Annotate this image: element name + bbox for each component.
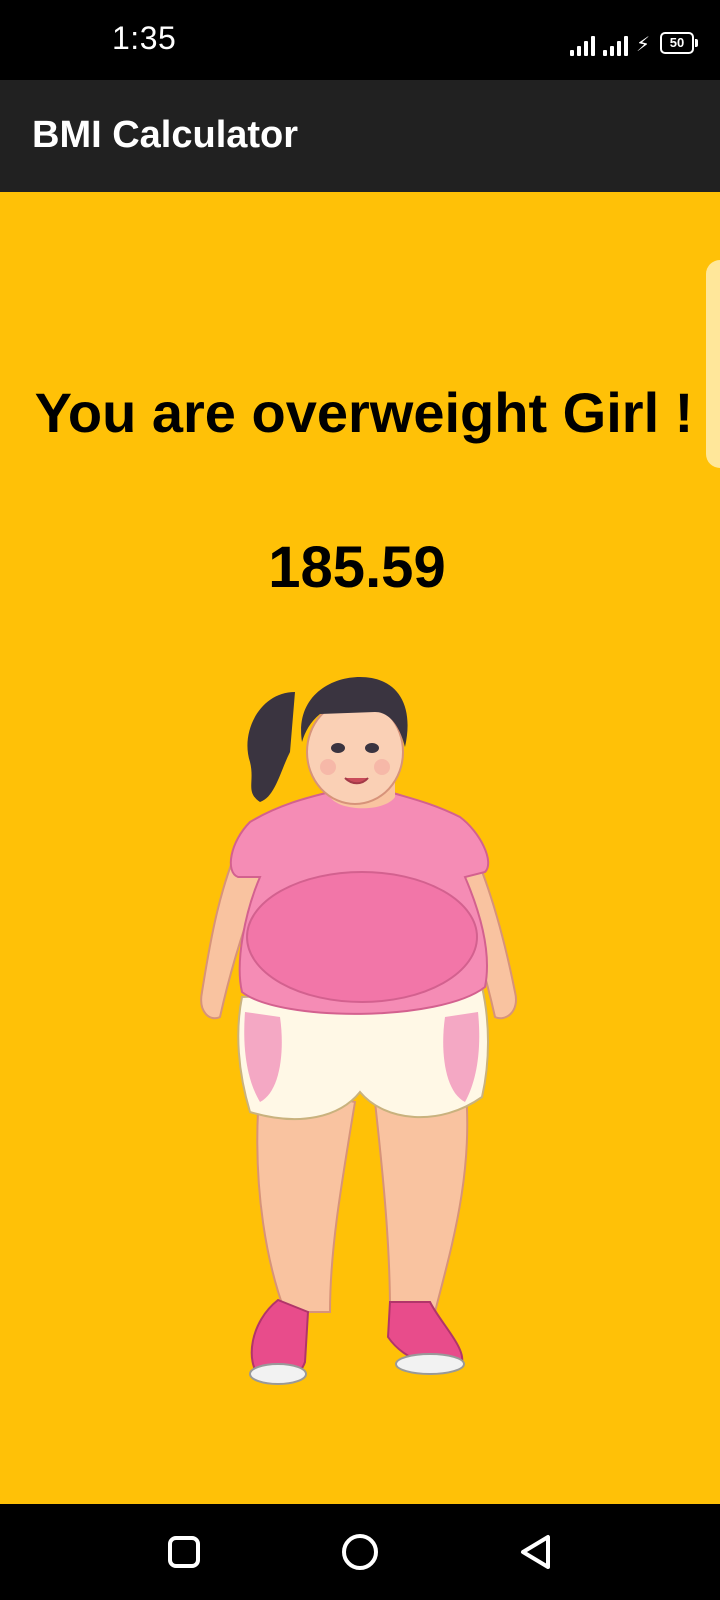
signal-icon bbox=[569, 34, 595, 56]
charging-icon: ⚡ bbox=[635, 34, 650, 56]
shoe-right-sole bbox=[395, 1353, 465, 1375]
screen: 1:35 ⚡ 50 BMI Calculator You are overwei… bbox=[0, 0, 720, 1600]
recent-apps-icon bbox=[168, 1536, 200, 1568]
shoe-left-sole bbox=[249, 1363, 307, 1385]
back-button[interactable] bbox=[514, 1530, 558, 1574]
battery-icon: 50 bbox=[660, 32, 698, 54]
app-bar: BMI Calculator bbox=[0, 80, 720, 192]
result-message: You are overweight Girl ! bbox=[34, 381, 694, 444]
result-content: You are overweight Girl ! 185.59 bbox=[0, 192, 720, 1504]
ponytail bbox=[247, 692, 295, 802]
eye-left bbox=[331, 743, 345, 753]
overweight-girl-illustration bbox=[200, 677, 517, 1385]
status-icons: ⚡ 50 bbox=[569, 26, 698, 56]
bmi-value: 185.59 bbox=[268, 535, 446, 600]
status-bar: 1:35 ⚡ 50 bbox=[0, 0, 720, 80]
status-time: 1:35 bbox=[112, 20, 177, 56]
navigation-bar bbox=[0, 1504, 720, 1600]
signal-icon bbox=[602, 34, 628, 56]
recent-apps-button[interactable] bbox=[162, 1530, 206, 1574]
cheek-right bbox=[374, 759, 390, 775]
app-title: BMI Calculator bbox=[32, 114, 299, 156]
cheek-left bbox=[320, 759, 336, 775]
belly bbox=[246, 871, 478, 1003]
home-icon bbox=[342, 1534, 378, 1570]
back-icon bbox=[521, 1535, 550, 1569]
battery-level: 50 bbox=[669, 35, 685, 50]
eye-right bbox=[365, 743, 379, 753]
home-button[interactable] bbox=[338, 1530, 382, 1574]
